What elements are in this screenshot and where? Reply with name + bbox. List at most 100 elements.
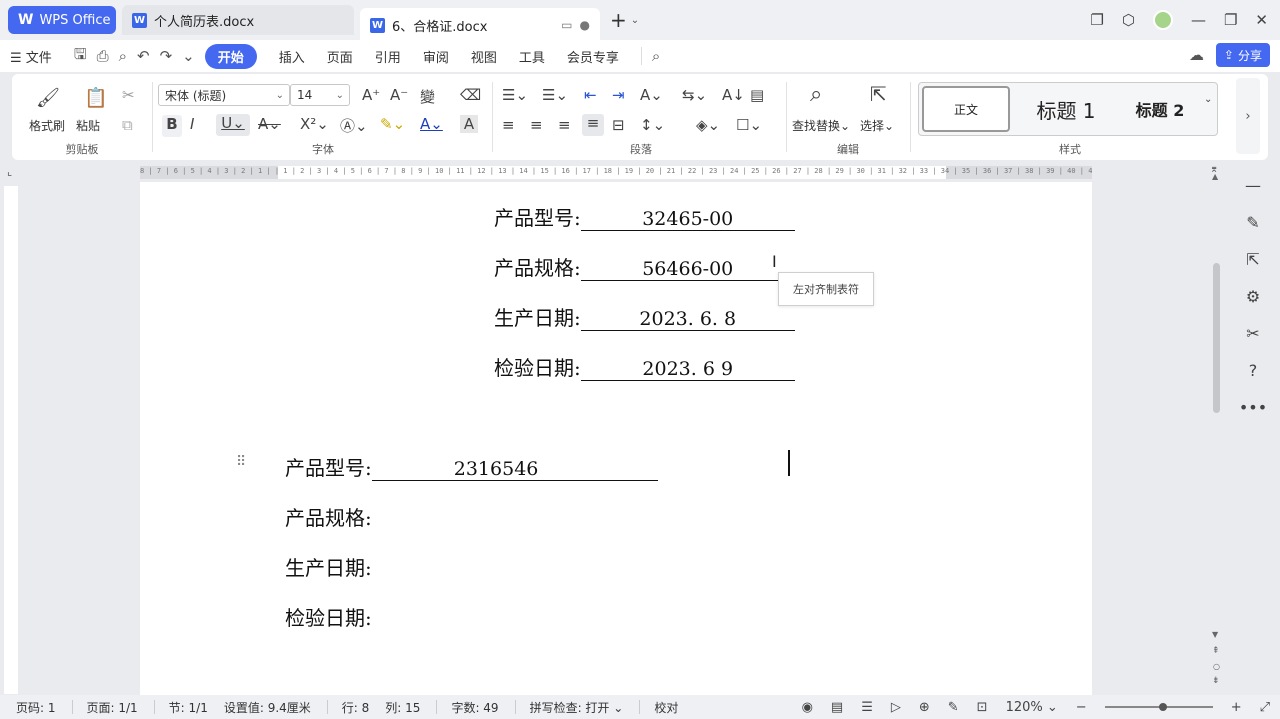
underline-icon[interactable]: U⌄ [216,114,250,136]
tab-references[interactable]: 引用 [375,47,401,66]
align-center-icon[interactable]: ≡ [530,116,543,134]
justify-icon[interactable]: ≡ [582,114,604,136]
scroll-thumb[interactable] [1213,263,1220,413]
status-proofread[interactable]: 校对 [654,699,678,716]
page[interactable]: 产品型号: 32465-00 产品规格: 56466-00 生产日期: 2023. 6… [140,182,1092,695]
numbered-list-icon[interactable]: ☰⌄ [542,86,568,104]
file-menu[interactable]: ☰ 文件 [10,47,52,66]
find-replace-button[interactable]: 查找替换⌄ [792,117,850,134]
select-button[interactable]: 选择⌄ [860,117,894,134]
more-icon[interactable]: ••• [1239,398,1267,417]
status-setting[interactable]: 设置值: 9.4厘米 [224,699,311,716]
tab-certificate-doc[interactable]: W 6、合格证.docx ▭ ● [360,7,600,43]
chevron-right-icon[interactable]: › [1236,78,1260,154]
wps-home-tab[interactable]: W WPS Office [8,6,116,34]
share-button[interactable]: ⇪ 分享 [1215,43,1270,67]
align-left-icon[interactable]: ≡ [502,116,515,134]
sort-icon[interactable]: A↓ [722,86,745,104]
superscript-icon[interactable]: X²⌄ [300,115,329,133]
web-view-icon[interactable]: ⊕ [919,700,930,715]
minimize-icon[interactable]: — [1191,11,1206,29]
outline-view-icon[interactable]: ☰ [861,700,873,715]
browse-object-icon[interactable]: ○ [1213,662,1220,671]
italic-icon[interactable]: I [190,115,194,133]
play-icon[interactable]: ▷ [891,700,901,715]
zoom-slider[interactable] [1104,703,1213,711]
cloud-icon[interactable]: ☁ [1189,46,1204,64]
select-cursor-icon[interactable]: ⇱ [870,82,887,106]
shrink-font-icon[interactable]: A⁻ [390,86,408,104]
collapse-icon[interactable]: — [1245,176,1261,195]
strikethrough-icon[interactable]: A⌄ [258,115,281,133]
prev-page-icon[interactable]: ⇞ [1212,646,1220,656]
redo-icon[interactable]: ↷ [160,47,173,65]
highlight-icon[interactable]: ✎⌄ [380,115,405,133]
drag-handle-icon[interactable]: ⠿ [236,454,246,470]
asian-layout-icon[interactable]: ⇆⌄ [682,86,707,104]
search-icon[interactable]: ⌕ [652,47,660,65]
tab-page[interactable]: 页面 [327,47,353,66]
unsaved-dot-icon[interactable]: ● [580,18,590,32]
restore-icon[interactable]: ❐ [1224,11,1237,29]
paste-button[interactable]: 粘贴 [76,117,100,134]
tab-view[interactable]: 视图 [471,47,497,66]
select-pointer-icon[interactable]: ⇱ [1246,250,1259,269]
page-view-icon[interactable]: ▤ [831,700,843,715]
tab-review[interactable]: 审阅 [423,47,449,66]
tools-icon[interactable]: ✂ [1246,324,1259,343]
next-page-icon[interactable]: ⇟ [1212,676,1220,686]
font-color-icon[interactable]: A⌄ [420,115,443,133]
align-right-icon[interactable]: ≡ [558,116,571,134]
style-normal[interactable]: 正文 [922,86,1010,132]
save-icon[interactable]: 🖫 [74,44,87,69]
paste-icon[interactable]: 📋 [84,86,108,109]
grow-font-icon[interactable]: A⁺ [362,86,380,104]
avatar[interactable] [1152,10,1173,30]
chevron-down-icon[interactable]: ⌄ [182,47,195,65]
undo-icon[interactable]: ↶ [137,47,150,65]
new-tab-icon[interactable]: + [610,8,627,32]
decrease-indent-icon[interactable]: ⇤ [584,86,597,104]
eye-icon[interactable]: ◉ [802,700,813,715]
increase-indent-icon[interactable]: ⇥ [612,86,625,104]
vertical-scrollbar[interactable]: ▲ ▼ ⇞ ○ ⇟ [1210,168,1224,694]
status-col[interactable]: 列: 15 [385,699,420,716]
style-heading-1[interactable]: 标题 1 [1022,86,1110,132]
shading-icon[interactable]: ◈⌄ [696,116,720,134]
status-row[interactable]: 行: 8 [342,699,370,716]
tab-member[interactable]: 会员专享 [567,47,619,66]
tab-type-icon[interactable]: ⌞ [7,165,12,178]
print-preview-icon[interactable]: ⌕ [119,47,127,65]
status-page[interactable]: 页码: 1 [16,699,56,716]
format-painter-button[interactable]: 格式刷 [29,117,65,134]
fit-page-icon[interactable]: ⊡ [977,700,988,715]
tab-tools[interactable]: 工具 [519,47,545,66]
find-replace-icon[interactable]: ⌕ [810,82,822,107]
zoom-level[interactable]: 120% ⌄ [1006,700,1058,715]
status-word-count[interactable]: 字数: 49 [451,699,498,716]
status-pages[interactable]: 页面: 1/1 [87,699,138,716]
bullet-list-icon[interactable]: ☰⌄ [502,86,528,104]
scroll-down-icon[interactable]: ▼ [1212,630,1218,639]
border-icon[interactable]: ☐⌄ [736,116,762,134]
fullscreen-icon[interactable]: ⤢ [1260,700,1270,715]
format-painter-icon[interactable]: 🖌 [36,86,60,109]
close-icon[interactable]: ✕ [1255,11,1268,29]
tab-home[interactable]: 开始 [204,43,257,69]
bold-icon[interactable]: B [162,115,182,137]
help-icon[interactable]: ? [1249,361,1258,380]
zoom-out-icon[interactable]: − [1076,700,1087,715]
text-effect-icon[interactable]: Ⓐ⌄ [340,115,368,136]
distribute-icon[interactable]: ⊟ [612,116,625,134]
cut-icon[interactable]: ✂ [122,86,135,104]
chevron-down-icon[interactable]: ⌄ [1204,94,1212,105]
style-heading-2[interactable]: 标题 2 [1116,86,1204,132]
pen-icon[interactable]: ✎ [1246,213,1259,232]
scroll-up-icon[interactable]: ▲ [1212,172,1218,181]
font-name-select[interactable]: 宋体 (标题) ⌄ [158,84,290,106]
tab-resume-doc[interactable]: W 个人简历表.docx [122,5,354,35]
clear-format-icon[interactable]: ⌫ [460,86,481,104]
status-section[interactable]: 节: 1/1 [169,699,208,716]
line-spacing-icon[interactable]: ↕⌄ [640,116,665,134]
copy-icon[interactable]: ⧉ [122,116,133,134]
